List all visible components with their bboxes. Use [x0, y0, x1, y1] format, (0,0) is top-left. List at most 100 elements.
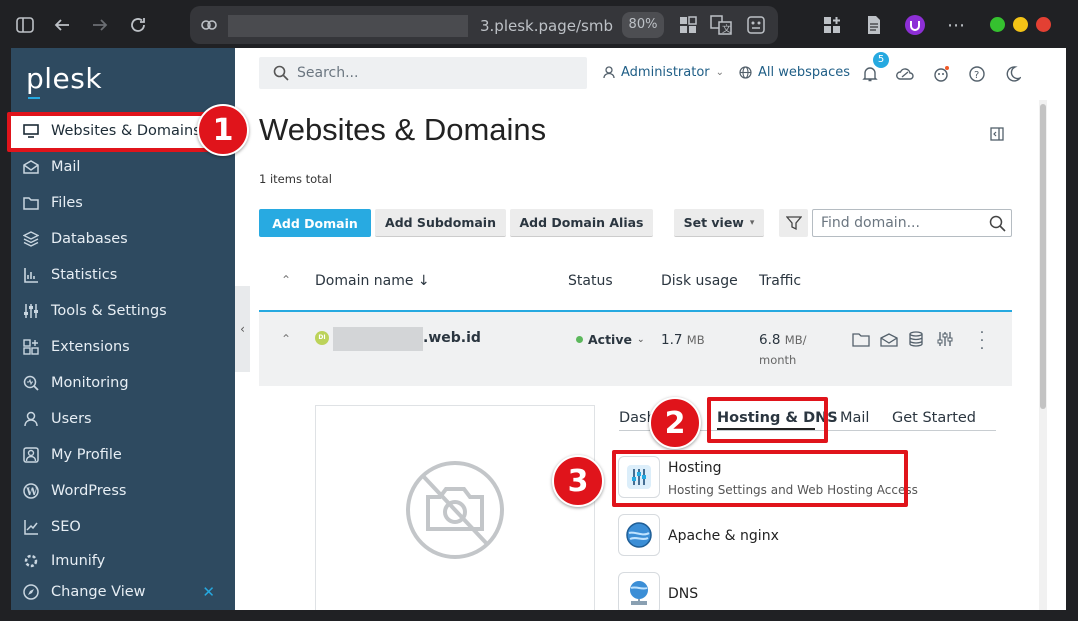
svg-text:文: 文 [722, 23, 731, 35]
sidebar-item-label: Imunify [51, 553, 106, 569]
tab-get-started[interactable]: Get Started [892, 410, 976, 426]
minimize-icon[interactable] [990, 17, 1005, 32]
scrollbar-thumb[interactable] [1040, 104, 1046, 409]
plesk-logo[interactable]: plesk [26, 62, 102, 95]
sidebar-item-label: Statistics [51, 267, 118, 283]
filter-button[interactable] [779, 209, 808, 237]
url-text: 3.plesk.page/smb [480, 17, 613, 35]
screenshot-root: 3.plesk.page/smb 80% 文 ⋯ plesk Websites … [0, 0, 1078, 621]
add-domain-button[interactable]: Add Domain [259, 209, 371, 237]
add-subdomain-button[interactable]: Add Subdomain [375, 209, 506, 237]
search-icon[interactable] [989, 215, 1006, 232]
column-domain-name[interactable]: Domain name ↓ [315, 273, 430, 289]
apps-icon[interactable] [678, 15, 698, 39]
back-icon[interactable] [48, 11, 76, 39]
reload-icon[interactable] [124, 11, 152, 39]
translate-icon[interactable]: 文 [710, 15, 732, 39]
sidebar-item-wordpress[interactable]: W WordPress [11, 473, 235, 509]
sidebar-item-my-profile[interactable]: My Profile [11, 437, 235, 473]
database-icon[interactable] [908, 331, 924, 351]
change-view-button[interactable]: Change View ✕ [11, 574, 235, 610]
mail-icon[interactable] [880, 332, 898, 351]
collapse-sidebar-handle[interactable]: ‹ [235, 286, 250, 372]
document-icon[interactable] [860, 11, 888, 39]
sidebar-item-mail[interactable]: Mail [11, 149, 235, 185]
status-dropdown[interactable]: Active ⌄ [576, 332, 645, 347]
more-menu-icon[interactable]: ⋯ [942, 11, 970, 39]
sidebar-item-statistics[interactable]: Statistics [11, 257, 235, 293]
annotation-marker-1: 1 [197, 104, 249, 156]
collapse-row-icon[interactable]: ⌃ [281, 332, 291, 346]
help-center-icon[interactable] [931, 64, 951, 84]
extensions-icon[interactable] [818, 11, 846, 39]
imunify-icon [11, 553, 51, 569]
dns-tool-title[interactable]: DNS [668, 586, 698, 602]
profile-extension-icon[interactable] [901, 11, 929, 39]
annotation-box-hosting [612, 450, 908, 507]
set-view-button[interactable]: Set view ▾ [674, 209, 764, 237]
filter-icon [785, 216, 802, 231]
reader-mode-icon[interactable] [746, 15, 766, 39]
sidebar-toggle-icon[interactable] [11, 11, 39, 39]
address-bar[interactable]: 3.plesk.page/smb 80% 文 [190, 6, 778, 44]
webspaces-label: All webspaces [758, 65, 851, 80]
column-disk-usage[interactable]: Disk usage [661, 273, 738, 289]
search-input[interactable]: Search... [259, 57, 587, 89]
sidebar-item-databases[interactable]: Databases [11, 221, 235, 257]
close-change-view-icon[interactable]: ✕ [202, 583, 215, 601]
sliders-icon[interactable] [937, 331, 953, 351]
apache-nginx-tool-icon[interactable] [618, 514, 660, 556]
no-preview-camera-icon [406, 461, 504, 559]
toggle-panel-icon[interactable] [990, 126, 1004, 145]
sidebar-item-label: WordPress [51, 483, 127, 499]
wordpress-icon: W [11, 483, 51, 499]
column-traffic[interactable]: Traffic [759, 273, 801, 289]
domain-redacted [333, 327, 423, 351]
table-row: ⌃ DI .web.id Active ⌄ 1.7 MB 6.8 MB/ mon… [259, 312, 1012, 386]
apache-nginx-tool-title[interactable]: Apache & nginx [668, 528, 779, 544]
domain-name-link[interactable]: .web.id [423, 330, 481, 346]
disk-usage-value: 1.7 [661, 332, 683, 348]
notifications-badge: 5 [873, 52, 889, 68]
dark-mode-icon[interactable] [1003, 64, 1023, 84]
collapse-all-icon[interactable]: ⌃ [281, 273, 291, 287]
dns-tool-icon[interactable] [618, 572, 660, 610]
sidebar-item-extensions[interactable]: Extensions [11, 329, 235, 365]
cloud-icon[interactable] [895, 64, 915, 84]
site-info-icon[interactable] [200, 16, 218, 38]
user-menu[interactable]: Administrator ⌄ [603, 65, 724, 80]
sidebar-item-files[interactable]: Files [11, 185, 235, 221]
user-icon [11, 411, 51, 427]
traffic-unit: MB/ [784, 333, 807, 347]
sidebar-item-users[interactable]: Users [11, 401, 235, 437]
help-icon[interactable]: ? [967, 64, 987, 84]
annotation-box-websites-domains [7, 112, 209, 152]
maximize-icon[interactable] [1013, 17, 1028, 32]
tab-mail[interactable]: Mail [840, 410, 869, 426]
zoom-indicator[interactable]: 80% [622, 12, 664, 38]
sidebar-item-label: Databases [51, 231, 128, 247]
find-domain-input[interactable]: Find domain... [812, 209, 1012, 237]
column-status[interactable]: Status [568, 273, 613, 289]
traffic-usage: 6.8 MB/ [759, 332, 806, 348]
database-icon [11, 231, 51, 247]
status-dot [576, 336, 583, 343]
webspaces-menu[interactable]: All webspaces [739, 65, 850, 80]
chevron-down-icon: ⌄ [636, 334, 645, 345]
more-actions-icon[interactable]: · · · [977, 326, 987, 356]
sidebar-item-imunify[interactable]: Imunify [11, 545, 235, 569]
sidebar-item-tools-settings[interactable]: Tools & Settings [11, 293, 235, 329]
chevron-down-icon: ⌄ [715, 67, 725, 78]
disk-usage: 1.7 MB [661, 332, 705, 348]
svg-text:?: ? [974, 70, 979, 81]
close-icon[interactable] [1036, 17, 1051, 32]
forward-icon[interactable] [86, 11, 114, 39]
logo-underline [28, 97, 40, 99]
annotation-marker-2: 2 [649, 397, 701, 449]
add-domain-alias-button[interactable]: Add Domain Alias [510, 209, 653, 237]
status-badge: Active [588, 332, 632, 347]
files-icon[interactable] [852, 332, 870, 351]
sidebar-item-monitoring[interactable]: Monitoring [11, 365, 235, 401]
sidebar-item-seo[interactable]: SEO [11, 509, 235, 545]
disk-usage-unit: MB [686, 333, 705, 347]
